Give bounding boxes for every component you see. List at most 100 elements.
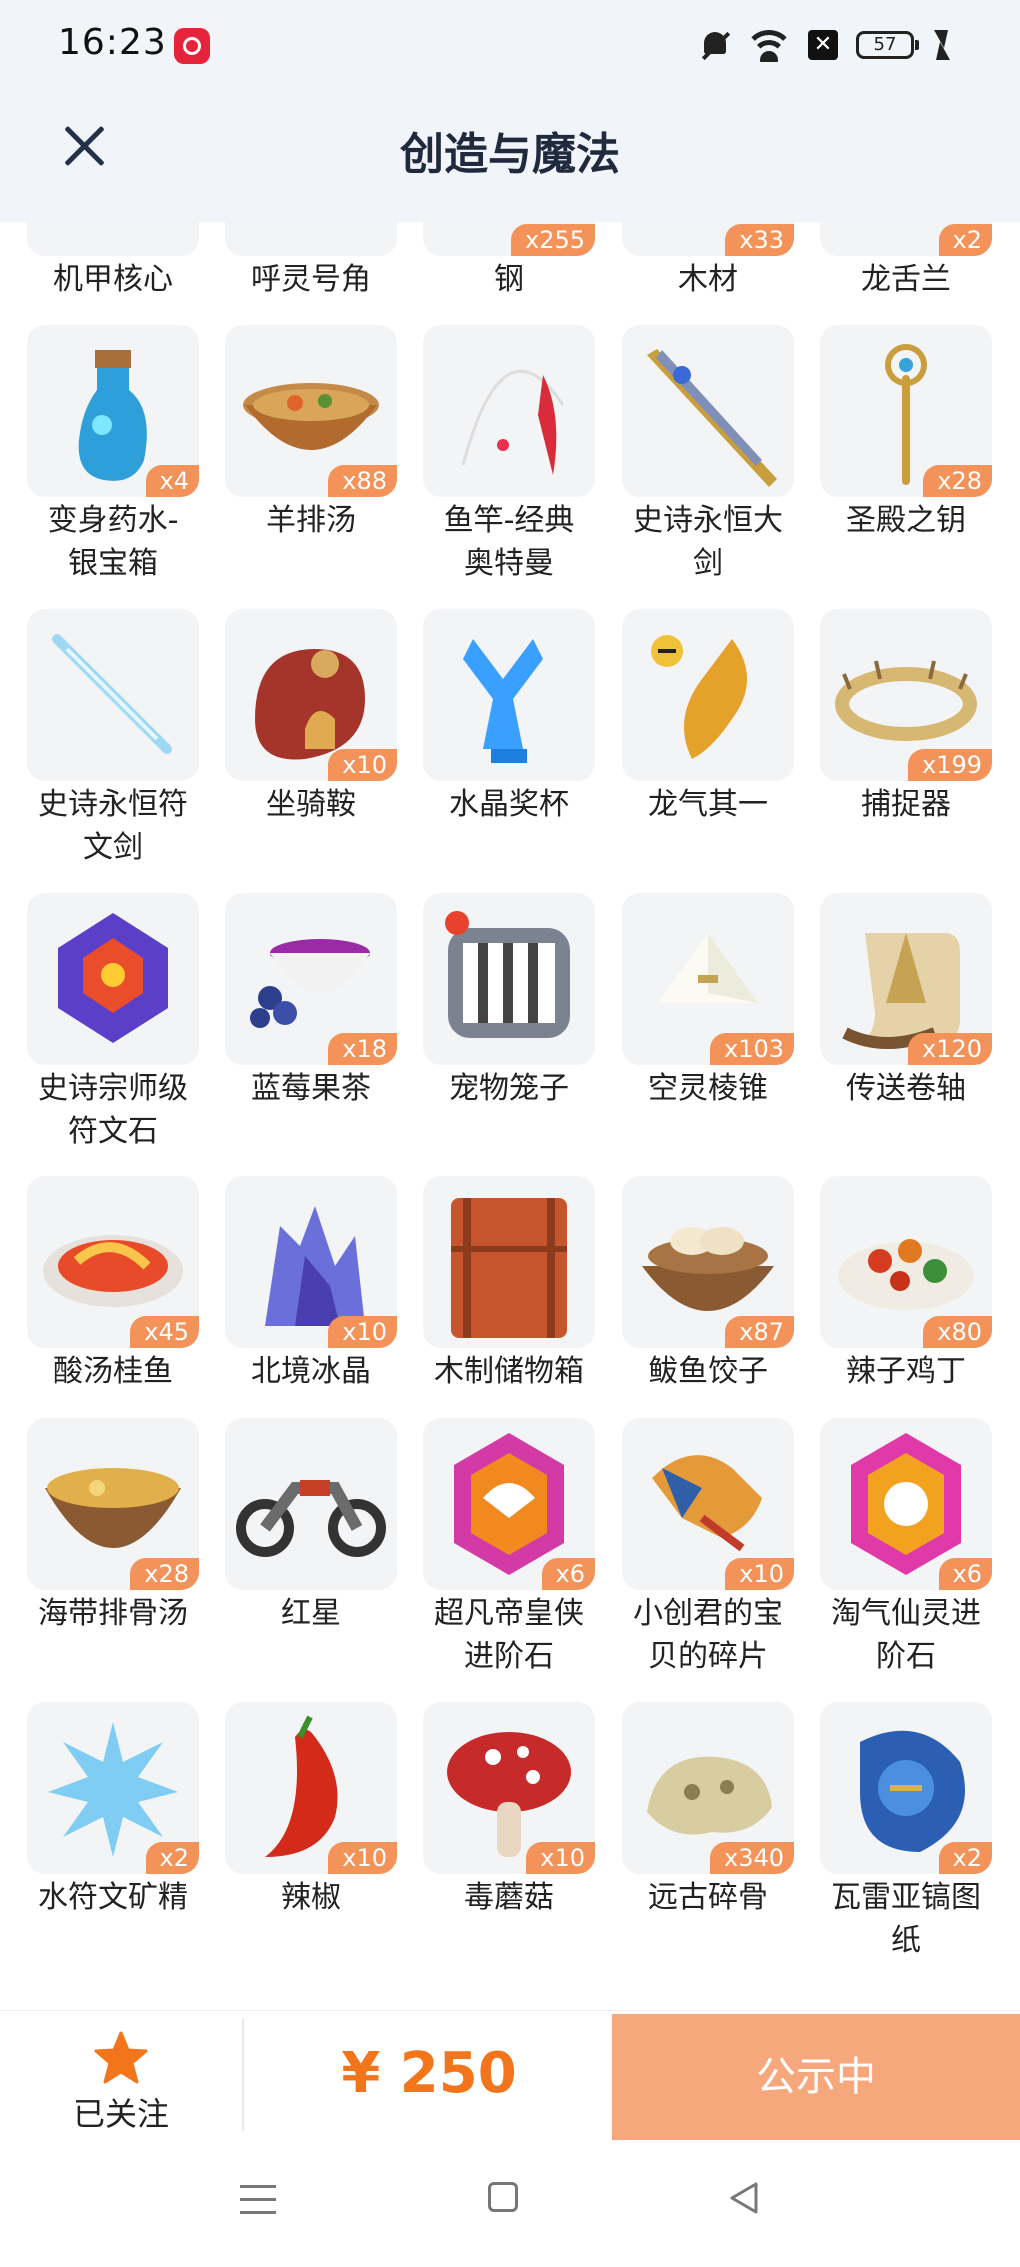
follow-button[interactable]: 已关注 [0, 2011, 242, 2141]
item-name: 海带排骨汤 [38, 1596, 188, 1631]
item-card[interactable]: x120 传送卷轴 [820, 893, 992, 1110]
item-image: x6 [423, 1418, 595, 1590]
item-name: 辣子鸡丁 [846, 1354, 966, 1389]
item-name: 龙舌兰 [861, 262, 951, 297]
price: ¥ 250 [341, 2041, 517, 2106]
item-card[interactable]: x10 北境冰晶 [225, 1176, 397, 1393]
item-card[interactable]: 红星 [225, 1418, 397, 1635]
item-name: 毒蘑菇 [464, 1880, 554, 1915]
item-name: 北境冰晶 [251, 1354, 371, 1389]
item-name: 史诗永恒大剑 [622, 499, 794, 585]
item-artwork [58, 913, 168, 1043]
item-name: 辣椒 [281, 1880, 341, 1915]
item-name: 鲅鱼饺子 [648, 1354, 768, 1389]
item-image: x10 [423, 1702, 595, 1874]
item-card[interactable]: x4 变身药水- 银宝箱 [27, 325, 199, 585]
item-card[interactable]: 水晶奖杯 [423, 609, 595, 826]
back-icon[interactable] [726, 2180, 762, 2216]
item-image [423, 1176, 595, 1348]
item-card[interactable]: x87 鲅鱼饺子 [622, 1176, 794, 1393]
quantity-badge: x2 [938, 224, 992, 256]
item-card[interactable]: x18 蓝莓果茶 [225, 893, 397, 1110]
item-card[interactable]: x45 酸汤桂鱼 [27, 1176, 199, 1393]
status-time: 16:23 [58, 22, 167, 63]
item-image [622, 609, 794, 781]
item-card[interactable]: 史诗永恒符 文剑 [27, 609, 199, 869]
item-name: 木制储物箱 [434, 1354, 584, 1389]
muted-bell-icon [700, 28, 730, 62]
item-grid: 机甲核心 呼灵号角 x255 钢 x33 木材 x2 龙舌兰 x4 变身药水- 银宝箱 x88 羊排汤 鱼… [0, 0, 1020, 2010]
item-card[interactable]: x340 远古碎骨 [622, 1702, 794, 1919]
item-name: 圣殿之钥 [846, 503, 966, 538]
home-icon[interactable] [488, 2182, 518, 2212]
item-card[interactable]: x6 超凡帝皇侠 进阶石 [423, 1418, 595, 1678]
item-name-line: 史诗永恒符 [38, 787, 188, 822]
quantity-badge: x45 [130, 1316, 199, 1348]
quantity-badge: x10 [328, 1842, 397, 1874]
menu-icon[interactable] [240, 2185, 276, 2215]
item-card[interactable]: 史诗宗师级 符文石 [27, 893, 199, 1153]
item-image [423, 609, 595, 781]
item-name-line: 淘气仙灵进 [831, 1596, 981, 1631]
item-artwork [463, 639, 543, 763]
item-name: 龙气其一 [648, 787, 768, 822]
item-name: 红星 [281, 1596, 341, 1631]
follow-label: 已关注 [72, 2095, 169, 2133]
item-card[interactable]: x199 捕捉器 [820, 609, 992, 826]
item-card[interactable]: x28 圣殿之钥 [820, 325, 992, 542]
quantity-badge: x103 [709, 1033, 794, 1065]
item-card[interactable]: x103 空灵棱锥 [622, 893, 794, 1110]
item-image: x10 [225, 1702, 397, 1874]
item-image: x4 [27, 325, 199, 497]
item-card[interactable]: x2 水符文矿精 [27, 1702, 199, 1919]
item-name: 水晶奖杯 [449, 787, 569, 822]
status-icons: ✕ 57 [700, 28, 950, 62]
quantity-badge: x10 [725, 1558, 794, 1590]
item-card[interactable]: 龙气其一 [622, 609, 794, 826]
item-name-line: 符文石 [68, 1114, 158, 1149]
quantity-badge: x2 [145, 1842, 199, 1874]
quantity-badge: x80 [923, 1316, 992, 1348]
quantity-badge: x340 [709, 1842, 794, 1874]
charging-icon [932, 30, 950, 60]
item-name: 空灵棱锥 [648, 1071, 768, 1106]
item-card[interactable]: 木制储物箱 [423, 1176, 595, 1393]
item-image: x87 [622, 1176, 794, 1348]
item-image: x28 [27, 1418, 199, 1590]
item-image: x28 [820, 325, 992, 497]
battery-icon: 57 [856, 31, 919, 59]
item-name-line: 鱼竿-经典 [443, 503, 575, 538]
item-name: 羊排汤 [266, 503, 356, 538]
item-image [423, 893, 595, 1065]
item-card[interactable]: 鱼竿-经典 奥特曼 [423, 325, 595, 585]
item-card[interactable]: x80 辣子鸡丁 [820, 1176, 992, 1393]
item-image: x10 [622, 1418, 794, 1590]
quantity-badge: x10 [328, 1316, 397, 1348]
item-image: x45 [27, 1176, 199, 1348]
quantity-badge: x87 [725, 1316, 794, 1348]
item-card[interactable]: x10 坐骑鞍 [225, 609, 397, 826]
item-card[interactable]: 宠物笼子 [423, 893, 595, 1110]
publicity-status-button[interactable]: 公示中 [612, 2014, 1020, 2141]
item-name: 水符文矿精 [38, 1880, 188, 1915]
item-name: 机甲核心 [53, 262, 173, 297]
item-name-line: 变身药水- [47, 503, 179, 538]
item-card[interactable]: x6 淘气仙灵进 阶石 [820, 1418, 992, 1678]
item-name: 蓝莓果茶 [251, 1071, 371, 1106]
item-card[interactable]: x10 辣椒 [225, 1702, 397, 1919]
item-name: 钢 [494, 262, 524, 297]
item-image: x103 [622, 893, 794, 1065]
item-card[interactable]: x10 小创君的宝 贝的碎片 [622, 1418, 794, 1678]
quantity-badge: x33 [725, 224, 794, 256]
item-card[interactable]: x88 羊排汤 [225, 325, 397, 542]
item-image: x10 [225, 609, 397, 781]
item-image: x120 [820, 893, 992, 1065]
item-artwork [651, 635, 747, 759]
item-name: 淘气仙灵进 阶石 [820, 1592, 992, 1678]
item-card[interactable]: x28 海带排骨汤 [27, 1418, 199, 1635]
item-card[interactable]: x2 瓦雷亚镐图纸 [820, 1702, 992, 1962]
item-card[interactable]: 史诗永恒大剑 [622, 325, 794, 585]
quantity-badge: x199 [907, 749, 992, 781]
item-card[interactable]: x10 毒蘑菇 [423, 1702, 595, 1919]
quantity-badge: x10 [526, 1842, 595, 1874]
